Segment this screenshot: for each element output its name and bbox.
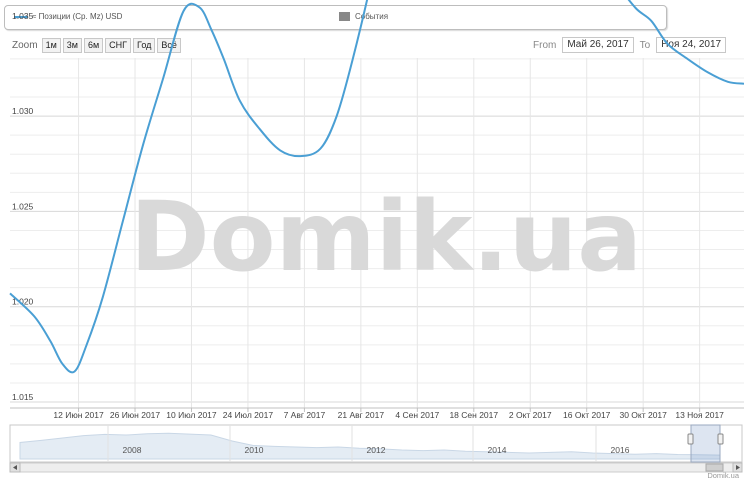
navigator-right-handle[interactable] xyxy=(717,433,724,445)
data-point xyxy=(298,154,302,158)
data-point xyxy=(351,57,355,61)
data-point xyxy=(686,57,690,61)
y-tick-label: 1.025 xyxy=(12,201,34,211)
x-tick-label: 7 Авг 2017 xyxy=(284,410,326,420)
x-tick-label: 4 Сен 2017 xyxy=(395,410,439,420)
x-tick-label: 26 Июн 2017 xyxy=(110,410,161,420)
data-point xyxy=(8,291,12,295)
data-point xyxy=(73,370,77,374)
data-point xyxy=(48,339,52,343)
data-point xyxy=(633,5,637,9)
data-point xyxy=(258,127,262,131)
x-axis-ticks: 12 Июн 2017 26 Июн 2017 10 Июл 2017 24 Июл … xyxy=(53,408,724,420)
data-point xyxy=(60,362,64,366)
watermark: Domik.ua xyxy=(130,181,642,293)
navigator-selection[interactable] xyxy=(690,424,721,463)
data-point xyxy=(278,148,282,152)
data-point xyxy=(726,80,730,84)
data-point xyxy=(181,9,185,13)
data-point xyxy=(238,99,242,103)
navigator-year-label: 2008 xyxy=(123,445,142,455)
data-point xyxy=(222,57,226,61)
x-tick-label: 13 Ноя 2017 xyxy=(675,410,724,420)
data-point xyxy=(141,143,145,147)
x-tick-label: 12 Июн 2017 xyxy=(53,410,104,420)
data-point xyxy=(101,295,105,299)
data-point xyxy=(335,114,339,118)
chart-canvas: Domik.ua 1.0151.0201.0251.0301.0351.0401… xyxy=(8,0,744,480)
navigator-year-label: 2016 xyxy=(611,445,630,455)
data-point xyxy=(32,314,36,318)
y-axis-ticks: 1.0151.0201.0251.0301.0351.0401.0451.050 xyxy=(12,11,34,402)
data-point xyxy=(161,76,165,80)
data-point xyxy=(210,28,214,32)
y-tick-label: 1.035 xyxy=(12,11,34,21)
x-tick-label: 30 Окт 2017 xyxy=(619,410,667,420)
x-tick-label: 18 Сен 2017 xyxy=(449,410,498,420)
y-tick-label: 1.030 xyxy=(12,106,34,116)
data-point xyxy=(706,70,710,74)
navigator-year-label: 2010 xyxy=(245,445,264,455)
scrollbar[interactable] xyxy=(9,462,743,473)
navigator-left-handle[interactable] xyxy=(687,433,694,445)
navigator-year-label: 2012 xyxy=(367,445,386,455)
y-tick-label: 1.015 xyxy=(12,392,34,402)
x-tick-label: 21 Авг 2017 xyxy=(338,410,385,420)
data-point xyxy=(665,42,669,46)
navigator-year-label: 2014 xyxy=(488,445,507,455)
data-point xyxy=(319,147,323,151)
x-tick-label: 24 Июл 2017 xyxy=(223,410,274,420)
scrollbar-thumb[interactable] xyxy=(705,463,724,472)
credits-link[interactable]: Domik.ua xyxy=(707,471,740,480)
data-point xyxy=(85,343,89,347)
x-tick-label: 2 Окт 2017 xyxy=(509,410,552,420)
x-tick-label: 16 Окт 2017 xyxy=(563,410,611,420)
x-tick-label: 10 Июл 2017 xyxy=(166,410,217,420)
data-point xyxy=(649,19,653,23)
data-point xyxy=(198,5,202,9)
data-point xyxy=(121,219,125,223)
